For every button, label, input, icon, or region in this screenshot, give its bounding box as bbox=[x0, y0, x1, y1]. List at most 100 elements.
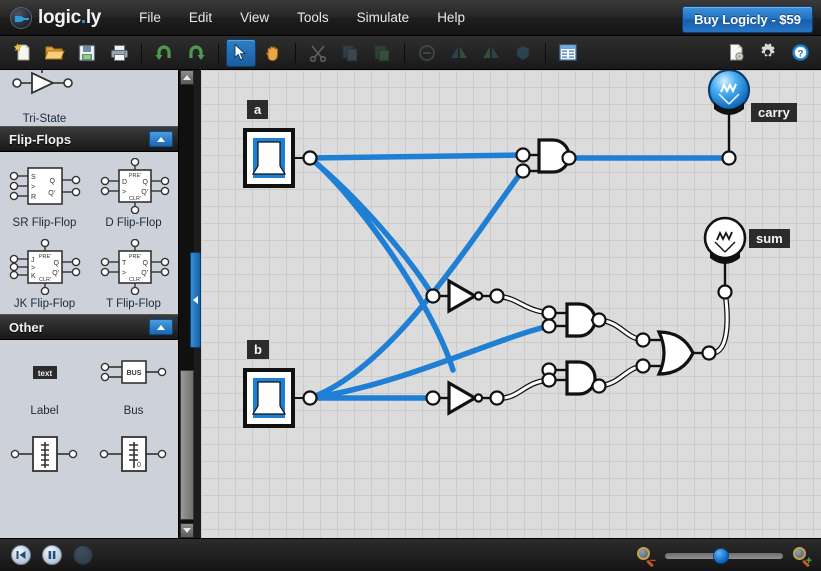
or-gate-sum[interactable] bbox=[635, 330, 717, 376]
palette-item-tri-state[interactable]: Tri-State bbox=[0, 70, 89, 126]
pause-simulation-icon bbox=[48, 551, 56, 559]
palette-section-title-flip-flops: Flip-Flops bbox=[9, 131, 72, 147]
collapse-panel-left-icon[interactable] bbox=[190, 252, 201, 348]
and-gate-carry[interactable] bbox=[515, 138, 577, 179]
paste-icon bbox=[374, 45, 390, 61]
palette-item-d-flip-flop[interactable]: D > PRE' CLR' Q Q' D Flip-Flop bbox=[89, 152, 178, 233]
palette-item-bus[interactable]: BUS Bus bbox=[89, 340, 178, 421]
paste-button bbox=[367, 39, 397, 67]
settings-button[interactable] bbox=[753, 39, 783, 67]
new-document-button[interactable] bbox=[8, 39, 38, 67]
redo-button[interactable] bbox=[181, 39, 211, 67]
not-gate-b[interactable] bbox=[425, 380, 505, 416]
restart-simulation-icon bbox=[16, 551, 26, 559]
svg-text:BUS: BUS bbox=[126, 370, 141, 377]
toolbar-divider bbox=[141, 42, 142, 63]
menu-file[interactable]: File bbox=[125, 6, 175, 29]
toggle-switch-a[interactable] bbox=[243, 128, 318, 188]
svg-text:J: J bbox=[31, 257, 35, 264]
palette-section-flip-flops[interactable]: Flip-Flops bbox=[0, 126, 178, 152]
label-icon: text bbox=[3, 346, 87, 402]
menu-edit[interactable]: Edit bbox=[175, 6, 226, 29]
undo-button[interactable] bbox=[149, 39, 179, 67]
print-button[interactable] bbox=[104, 39, 134, 67]
palette-item-splitter-out[interactable]: 0 bbox=[89, 421, 178, 490]
restart-simulation-button[interactable] bbox=[11, 545, 31, 565]
splitter-in-icon bbox=[3, 427, 87, 483]
flip-horizontal-icon bbox=[451, 46, 467, 58]
component-palette[interactable]: Tri-State Flip-Flops S > R Q Q' SR Flip-… bbox=[0, 70, 178, 538]
app-title: logic.ly bbox=[38, 7, 101, 29]
svg-text:Q: Q bbox=[142, 179, 148, 186]
menu-bar: logic.ly File Edit View Tools Simulate H… bbox=[0, 0, 821, 36]
delete-button bbox=[412, 39, 442, 67]
svg-text:K: K bbox=[31, 273, 36, 280]
svg-text:CLR': CLR' bbox=[128, 196, 140, 202]
scroll-up-icon[interactable] bbox=[180, 70, 194, 85]
scroll-down-icon[interactable] bbox=[180, 523, 194, 538]
truth-table-button[interactable] bbox=[553, 39, 583, 67]
menu-simulate[interactable]: Simulate bbox=[343, 6, 424, 29]
zoom-in-icon bbox=[793, 546, 806, 560]
open-file-button[interactable] bbox=[40, 39, 70, 67]
palette-item-jk-flip-flop[interactable]: J > K PRE' CLR' Q Q' JK Flip-Flop bbox=[0, 233, 89, 314]
pointer-tool-button[interactable] bbox=[226, 38, 256, 67]
menu-view[interactable]: View bbox=[226, 6, 283, 29]
buy-logicly-button[interactable]: Buy Logicly - $59 bbox=[682, 6, 813, 33]
and-gate-upper[interactable] bbox=[541, 302, 607, 338]
svg-text:S: S bbox=[31, 174, 36, 181]
palette-section-other[interactable]: Other bbox=[0, 314, 178, 340]
svg-text:Q': Q' bbox=[52, 270, 59, 277]
palette-label-jk-flip-flop: JK Flip-Flop bbox=[13, 298, 76, 310]
light-bulb-carry[interactable] bbox=[707, 70, 751, 166]
status-bar: − + bbox=[0, 538, 821, 571]
save-disk-icon bbox=[78, 44, 96, 61]
label-output-carry[interactable]: carry bbox=[751, 103, 797, 122]
palette-item-label[interactable]: text Label bbox=[0, 340, 89, 421]
document-properties-icon bbox=[729, 44, 744, 61]
flip-horizontal-button bbox=[444, 39, 474, 67]
palette-scrollbar-thumb[interactable] bbox=[180, 370, 194, 520]
pause-simulation-button[interactable] bbox=[42, 545, 62, 565]
help-button[interactable]: ? bbox=[785, 39, 815, 67]
zoom-in-button[interactable]: + bbox=[793, 546, 812, 567]
palette-grid-flip-flops: S > R Q Q' SR Flip-Flop D > PRE' CLR' Q … bbox=[0, 152, 178, 314]
palette-section-title-other: Other bbox=[9, 319, 44, 335]
svg-text:>: > bbox=[122, 270, 126, 277]
and-gate-lower[interactable] bbox=[541, 360, 607, 396]
zoom-slider[interactable] bbox=[665, 547, 783, 564]
toolbar: ? bbox=[0, 36, 821, 70]
logicly-logo-icon bbox=[10, 6, 32, 29]
label-input-b[interactable]: b bbox=[247, 340, 269, 359]
undo-icon bbox=[155, 44, 171, 60]
palette-item-splitter-in[interactable] bbox=[0, 421, 89, 490]
palette-item-t-flip-flop[interactable]: T > PRE' CLR' Q Q' T Flip-Flop bbox=[89, 233, 178, 314]
palette-label-d-flip-flop: D Flip-Flop bbox=[105, 217, 162, 229]
svg-text:?: ? bbox=[797, 48, 803, 59]
palette-grid-other: text Label BUS Bus 0 bbox=[0, 340, 178, 490]
document-properties-button[interactable] bbox=[721, 39, 751, 67]
circuit-canvas[interactable]: a b carry sum bbox=[201, 70, 821, 538]
collapse-up-icon[interactable] bbox=[149, 131, 173, 147]
toolbar-divider bbox=[295, 42, 296, 63]
svg-text:Q: Q bbox=[53, 260, 59, 267]
save-button[interactable] bbox=[72, 39, 102, 67]
palette-label-sr-flip-flop: SR Flip-Flop bbox=[12, 217, 77, 229]
zoom-slider-thumb[interactable] bbox=[713, 547, 729, 564]
truth-table-icon bbox=[559, 44, 577, 61]
label-output-sum[interactable]: sum bbox=[749, 229, 790, 248]
svg-text:PRE': PRE' bbox=[38, 254, 50, 260]
hand-tool-icon bbox=[266, 45, 279, 61]
hand-tool-button[interactable] bbox=[258, 39, 288, 67]
light-bulb-sum[interactable] bbox=[703, 216, 747, 300]
bus-icon: BUS bbox=[92, 346, 176, 402]
palette-item-sr-flip-flop[interactable]: S > R Q Q' SR Flip-Flop bbox=[0, 152, 89, 233]
svg-text:>: > bbox=[122, 189, 126, 196]
menu-tools[interactable]: Tools bbox=[283, 6, 343, 29]
collapse-up-icon[interactable] bbox=[149, 319, 173, 335]
zoom-out-button[interactable]: − bbox=[637, 546, 656, 567]
menu-help[interactable]: Help bbox=[423, 6, 479, 29]
copy-icon bbox=[342, 45, 358, 61]
toggle-switch-b[interactable] bbox=[243, 368, 318, 428]
label-input-a[interactable]: a bbox=[247, 100, 269, 119]
